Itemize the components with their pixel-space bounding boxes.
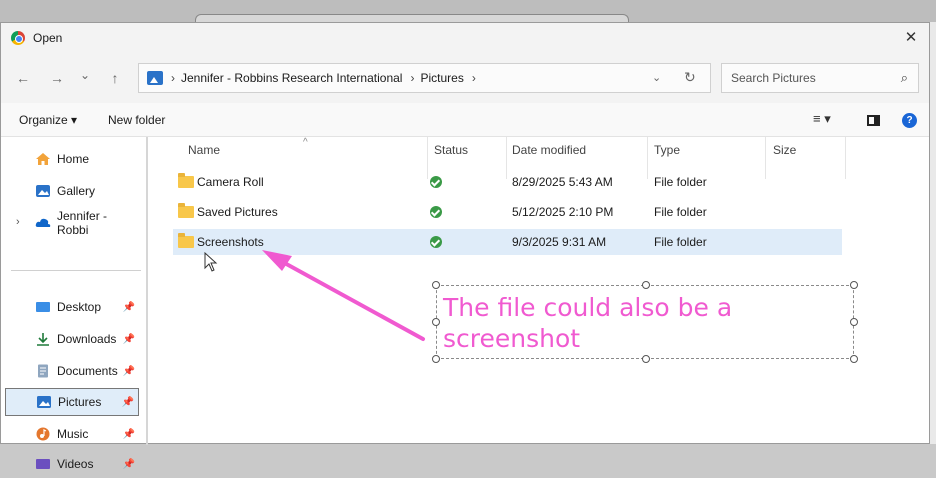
- sidebar-item-videos[interactable]: Videos 📌: [5, 450, 139, 478]
- resize-handle[interactable]: [642, 281, 650, 289]
- resize-handle[interactable]: [642, 355, 650, 363]
- resize-handle[interactable]: [432, 318, 440, 326]
- resize-handle[interactable]: [432, 281, 440, 289]
- annotation-text: The file could also be a screenshot: [443, 293, 733, 353]
- annotation-textbox[interactable]: The file could also be a screenshot: [432, 281, 858, 363]
- annotation-arrow: [262, 250, 425, 341]
- resize-handle[interactable]: [850, 281, 858, 289]
- resize-handle[interactable]: [850, 318, 858, 326]
- resize-handle[interactable]: [850, 355, 858, 363]
- mouse-cursor-icon: [204, 252, 218, 272]
- sidebar-item-label: Videos: [57, 457, 94, 471]
- video-icon: [36, 459, 50, 469]
- pin-icon[interactable]: 📌: [123, 459, 135, 470]
- resize-handle[interactable]: [432, 355, 440, 363]
